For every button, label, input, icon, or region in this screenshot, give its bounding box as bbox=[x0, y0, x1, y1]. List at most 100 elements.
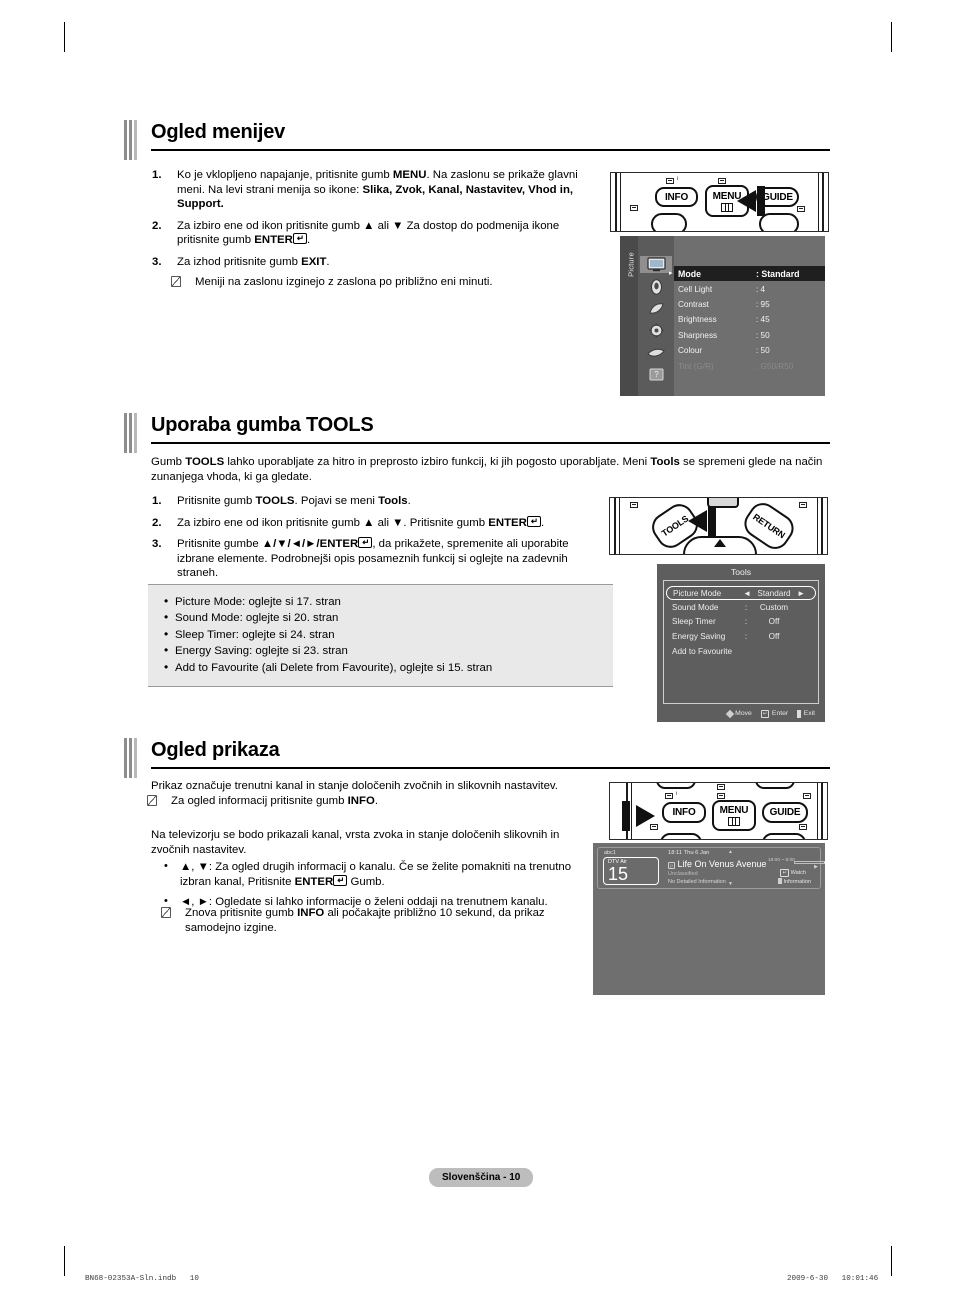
table-row[interactable]: Picture Mode ◄ Standard ► bbox=[666, 586, 816, 600]
remote-button-upper-left bbox=[656, 783, 696, 789]
down-arrow-icon[interactable]: ▼ bbox=[728, 881, 733, 887]
enter-key-icon: ↵ bbox=[760, 709, 770, 718]
mini-label-i: i bbox=[677, 176, 679, 182]
row-separator: : bbox=[744, 617, 748, 627]
picture-menu-sidebar-label: Picture bbox=[626, 252, 636, 277]
move-diamond-icon bbox=[725, 709, 734, 718]
list-number: 3. bbox=[152, 255, 162, 268]
picture-menu-rows: Mode : Standard Cell Light : 4 Contrast … bbox=[674, 266, 825, 374]
tv-tools-menu: Tools Picture Mode ◄ Standard ► Sound Mo… bbox=[657, 564, 825, 722]
page-number-badge: Slovenščina - 10 bbox=[429, 1168, 534, 1187]
row-label: Brightness bbox=[678, 315, 717, 325]
right-arrow-icon[interactable]: ► bbox=[793, 589, 809, 598]
remote-illustration-info: i INFO MENU GUIDE bbox=[609, 782, 828, 840]
tv-picture-menu: Picture ? Mode : Standard Cell Light: 4… bbox=[620, 236, 825, 396]
table-row[interactable]: Energy Saving : Off bbox=[664, 629, 818, 644]
row-value: : 45 bbox=[756, 315, 770, 325]
footer-exit-label: Exit bbox=[803, 710, 815, 717]
mini-label-i: i bbox=[676, 791, 678, 797]
list-item: 3. Za izhod pritisnite gumb EXIT. bbox=[148, 255, 593, 270]
manual-page: Ogled menijev 1. Ko je vklopljeno napaja… bbox=[0, 0, 954, 1298]
section-rule bbox=[151, 149, 830, 151]
list-item: ▲, ▼: Za ogled drugih informacij o kanal… bbox=[151, 859, 596, 889]
list-number: 2. bbox=[152, 219, 162, 232]
table-row[interactable]: Brightness : 45 bbox=[674, 312, 825, 327]
list-item: Energy Saving: oglejte si 23. stran bbox=[162, 642, 599, 659]
row-separator: : bbox=[744, 602, 748, 612]
menus-note: Meniji na zaslonu izginejo z zaslona po … bbox=[166, 275, 596, 290]
mini-icon-right bbox=[799, 502, 807, 508]
channel-icon[interactable] bbox=[645, 300, 667, 317]
table-row[interactable]: Mode : Standard bbox=[674, 266, 825, 282]
remote-button-tools bbox=[651, 213, 687, 231]
row-value: Custom bbox=[759, 602, 789, 612]
list-item: Picture Mode: oglejte si 17. stran bbox=[162, 593, 599, 610]
tools-menu-footer: Move ↵ Enter Exit bbox=[663, 707, 819, 720]
table-row[interactable]: Colour : 50 bbox=[674, 343, 825, 358]
information-label: Information bbox=[783, 879, 811, 885]
rating-icon: p bbox=[668, 862, 675, 869]
banner-programme: p Life On Venus Avenue bbox=[668, 859, 766, 869]
footer-move-label: Move bbox=[735, 710, 752, 717]
row-label: Sharpness bbox=[678, 330, 718, 340]
input-icon[interactable] bbox=[645, 344, 667, 361]
row-value: Off bbox=[768, 617, 780, 627]
row-value: Standard bbox=[757, 588, 791, 598]
table-row[interactable]: Sound Mode : Custom bbox=[664, 600, 818, 615]
row-label: Sleep Timer bbox=[672, 617, 716, 627]
picture-menu-sidebar: Picture bbox=[620, 236, 638, 396]
remote-button-lower-left bbox=[660, 833, 702, 839]
sound-icon[interactable] bbox=[645, 278, 667, 295]
tv-info-banner: abc1 DTV Air 15 18:11 Thu 6 Jan p Life O… bbox=[593, 843, 825, 995]
crop-mark-bottom-right bbox=[891, 1246, 892, 1276]
remote-button-guide[interactable]: GUIDE bbox=[762, 802, 808, 823]
remote-button-lower-right bbox=[762, 833, 806, 839]
table-row[interactable]: Sleep Timer : Off bbox=[664, 615, 818, 630]
table-row[interactable]: Cell Light : 4 bbox=[674, 281, 825, 296]
banner-watch[interactable]: ↵ Watch bbox=[780, 869, 806, 877]
right-arrow-icon[interactable]: ▶ bbox=[814, 864, 818, 870]
pointer-arrow-icon bbox=[688, 506, 730, 538]
support-icon[interactable]: ? bbox=[645, 366, 667, 383]
table-row[interactable]: Contrast : 95 bbox=[674, 297, 825, 312]
left-arrow-icon[interactable]: ◄ bbox=[739, 589, 755, 598]
banner-information[interactable]: Information bbox=[777, 878, 811, 885]
row-separator: : bbox=[744, 631, 748, 641]
svg-text:?: ? bbox=[654, 370, 659, 379]
note-pencil-icon bbox=[161, 907, 171, 918]
row-value: : Standard bbox=[756, 268, 800, 279]
tools-step-list: 1. Pritisnite gumb TOOLS. Pojavi se meni… bbox=[148, 494, 593, 588]
pointer-arrow-icon bbox=[622, 801, 666, 832]
section-ogled-prikaza: Ogled prikaza bbox=[124, 738, 830, 778]
remote-button-menu[interactable]: MENU bbox=[712, 800, 756, 831]
section-title: Ogled prikaza bbox=[151, 739, 280, 761]
tools-intro: Gumb TOOLS lahko uporabljate za hitro in… bbox=[151, 456, 823, 484]
crop-mark-top-right bbox=[891, 22, 892, 52]
table-row[interactable]: Sharpness : 50 bbox=[674, 328, 825, 343]
table-row[interactable]: Add to Favourite bbox=[664, 644, 818, 659]
list-item: Sound Mode: oglejte si 20. stran bbox=[162, 609, 599, 626]
list-text: Pritisnite gumbe ▲/▼/◄/►/ENTER ↵, da prik… bbox=[177, 537, 569, 580]
list-number: 1. bbox=[152, 495, 162, 507]
list-item: Add to Favourite (ali Delete from Favour… bbox=[162, 659, 599, 676]
up-arrow-icon bbox=[714, 539, 726, 547]
row-value: : 50 bbox=[756, 330, 770, 340]
note-pencil-icon bbox=[171, 276, 181, 287]
setup-gear-icon[interactable] bbox=[645, 322, 667, 339]
remote-button-info[interactable]: INFO bbox=[662, 802, 706, 823]
display-para2: Na televizorju se bodo prikazali kanal, … bbox=[151, 829, 560, 857]
row-value: : 95 bbox=[756, 299, 770, 309]
list-text: Za izbiro ene od ikon pritisnite gumb ▲ … bbox=[177, 219, 560, 247]
watch-label: Watch bbox=[790, 870, 806, 876]
list-item: 1. Pritisnite gumb TOOLS. Pojavi se meni… bbox=[148, 494, 593, 509]
row-label: Tint (G/R) bbox=[678, 361, 714, 371]
row-label: Contrast bbox=[678, 299, 709, 309]
info-key-icon bbox=[777, 878, 782, 884]
list-text: Za izhod pritisnite gumb EXIT. bbox=[177, 255, 330, 268]
row-value: : G50/R50 bbox=[756, 361, 794, 371]
banner-rating: Unclassified bbox=[668, 871, 698, 877]
channel-box: DTV Air 15 bbox=[603, 857, 659, 885]
up-arrow-icon[interactable]: ▲ bbox=[728, 849, 733, 855]
display-intro-note: Za ogled informacij pritisnite gumb INFO… bbox=[142, 794, 582, 809]
picture-icon[interactable] bbox=[640, 256, 672, 273]
